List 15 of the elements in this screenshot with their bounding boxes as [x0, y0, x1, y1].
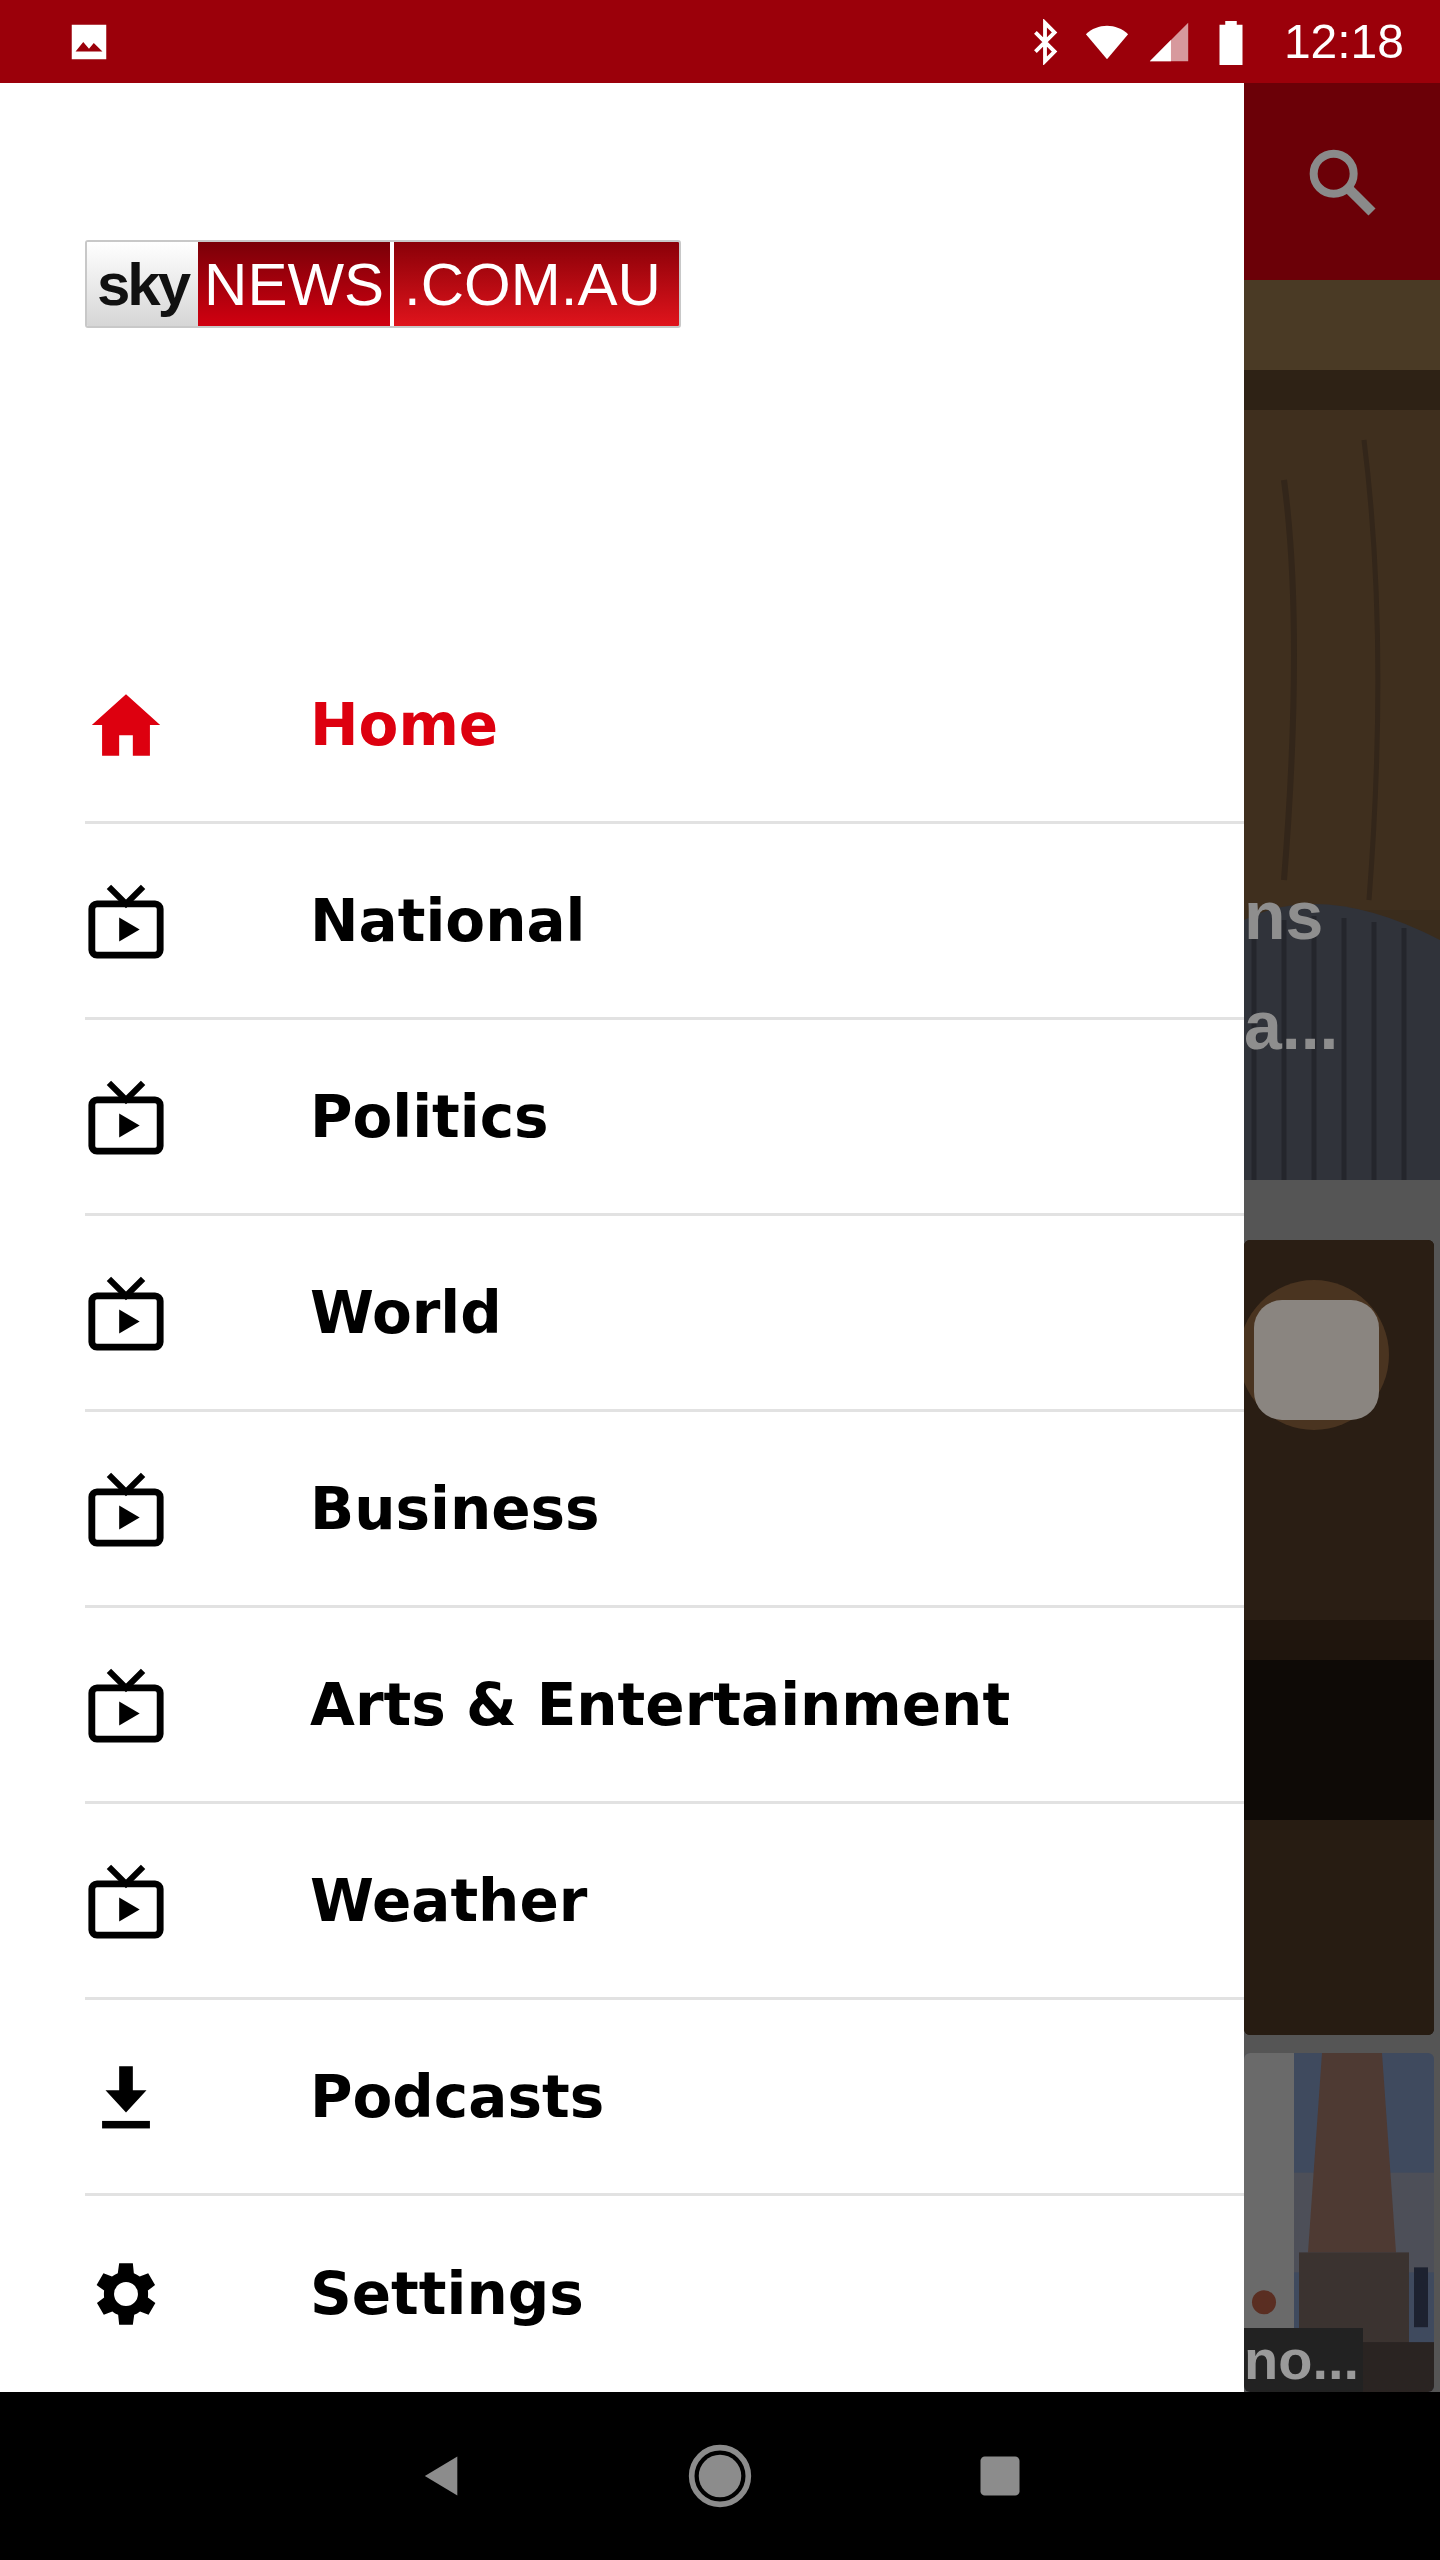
home-button-icon[interactable] [686, 2442, 754, 2510]
headline-text: a... [1244, 986, 1339, 1065]
menu-item[interactable]: Settings [85, 2196, 1244, 2392]
menu-item[interactable]: Business [85, 1412, 1244, 1608]
logo-text: sky [87, 242, 199, 326]
menu-item[interactable]: Weather [85, 1804, 1244, 2000]
headline-text: ns [1244, 876, 1325, 955]
logo-text: .COM.AU [394, 242, 679, 326]
menu-item[interactable]: Home [85, 628, 1244, 824]
menu-item[interactable]: Arts & Entertainment [85, 1608, 1244, 1804]
status-time: 12:18 [1283, 14, 1404, 69]
headline-text: no... [1244, 2328, 1364, 2392]
menu-item[interactable]: National [85, 824, 1244, 1020]
menu-item[interactable]: World [85, 1216, 1244, 1412]
menu-item[interactable]: Politics [85, 1020, 1244, 1216]
